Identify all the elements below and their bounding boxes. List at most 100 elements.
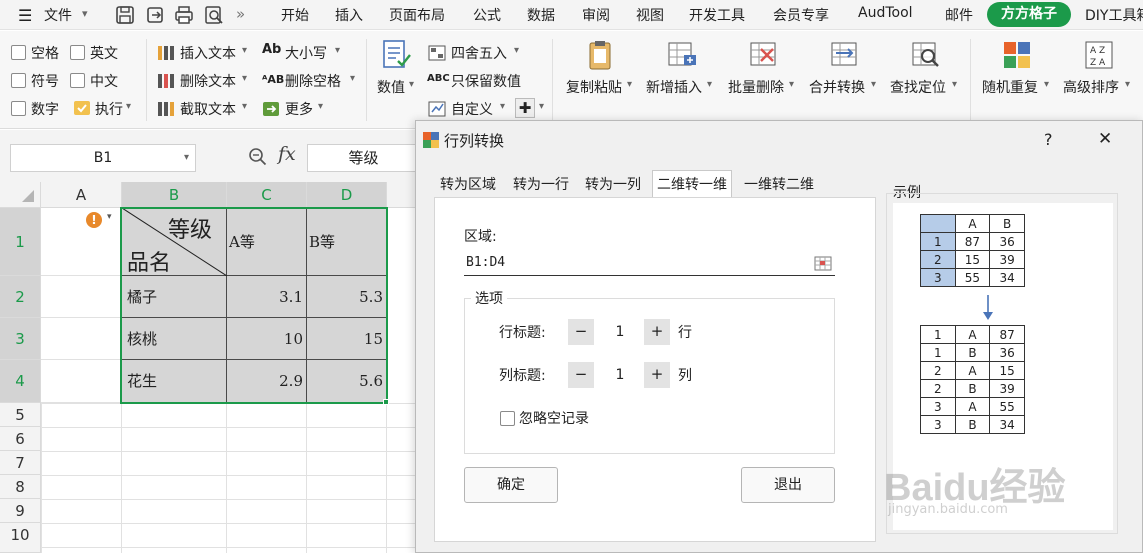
tab-developer[interactable]: 开发工具 xyxy=(689,5,745,25)
tab-1d-to-2d[interactable]: 一维转二维 xyxy=(740,173,818,197)
tab-page-layout[interactable]: 页面布局 xyxy=(389,5,445,25)
cell-b1-diagonal-header[interactable]: 等级 品名 xyxy=(122,208,227,276)
tab-data[interactable]: 数据 xyxy=(527,5,555,25)
checkbox-space[interactable] xyxy=(11,45,26,60)
cell-a2[interactable] xyxy=(41,276,122,318)
cell-a3[interactable] xyxy=(41,318,122,360)
cell-a1[interactable]: ! ▾ xyxy=(41,208,122,276)
close-button[interactable]: ✕ xyxy=(1098,129,1112,149)
cell-c3[interactable]: 10 xyxy=(227,318,307,360)
range-picker-icon[interactable] xyxy=(814,256,832,271)
value-icon[interactable] xyxy=(380,39,412,71)
chevron-down-icon[interactable]: ▾ xyxy=(627,79,632,90)
cell-d4[interactable]: 5.6 xyxy=(307,360,387,403)
column-header-a[interactable]: A xyxy=(41,182,122,208)
chevron-down-icon[interactable]: ▾ xyxy=(242,101,247,112)
tab-formulas[interactable]: 公式 xyxy=(473,5,501,25)
chevron-down-icon[interactable]: ▾ xyxy=(952,79,957,90)
chevron-down-icon[interactable]: ▾ xyxy=(409,79,414,90)
round-button[interactable]: 四舍五入 xyxy=(451,43,507,63)
area-input[interactable]: B1:D4 xyxy=(464,252,835,276)
copy-paste-button[interactable]: 复制粘贴 xyxy=(566,77,622,97)
column-header-d[interactable]: D xyxy=(307,182,387,208)
remove-space-button[interactable]: 删除空格 xyxy=(285,71,341,91)
select-all-corner[interactable] xyxy=(0,182,41,208)
ok-button[interactable]: 确定 xyxy=(464,467,558,503)
checkbox-symbol[interactable] xyxy=(11,73,26,88)
row-header-4[interactable]: 4 xyxy=(0,360,41,403)
tab-to-one-row[interactable]: 转为一行 xyxy=(509,173,573,197)
custom-button[interactable]: 自定义 xyxy=(451,99,493,119)
column-header-c[interactable]: C xyxy=(227,182,307,208)
cell-b2[interactable]: 橘子 xyxy=(122,276,227,318)
row-title-decrement[interactable]: − xyxy=(568,319,594,345)
save-icon[interactable] xyxy=(114,4,136,26)
warning-icon[interactable]: ! xyxy=(86,212,102,228)
row-header-2[interactable]: 2 xyxy=(0,276,41,318)
fill-handle[interactable] xyxy=(383,399,389,405)
insert-new-icon[interactable] xyxy=(666,39,698,71)
batch-delete-icon[interactable] xyxy=(747,39,779,71)
col-title-value[interactable]: 1 xyxy=(596,362,644,388)
cell-d1[interactable]: B等 xyxy=(307,208,387,276)
ignore-empty-checkbox[interactable] xyxy=(500,411,515,426)
formula-input[interactable]: 等级 xyxy=(307,144,420,172)
row-header-8[interactable]: 8 xyxy=(0,475,41,499)
keep-value-button[interactable]: 只保留数值 xyxy=(451,71,521,91)
col-title-decrement[interactable]: − xyxy=(568,362,594,388)
checkbox-chinese[interactable] xyxy=(70,73,85,88)
advanced-sort-icon[interactable]: A Z Z A xyxy=(1083,39,1115,71)
row-header-9[interactable]: 9 xyxy=(0,499,41,523)
insert-text-button[interactable]: 插入文本 xyxy=(180,43,236,63)
row-header-3[interactable]: 3 xyxy=(0,318,41,360)
merge-convert-icon[interactable] xyxy=(828,39,860,71)
tab-fangfang[interactable]: 方方格子 xyxy=(987,2,1071,27)
tab-member[interactable]: 会员专享 xyxy=(773,5,829,25)
chevron-down-icon[interactable]: ▾ xyxy=(1125,79,1130,90)
exit-button[interactable]: 退出 xyxy=(741,467,835,503)
zoom-icon[interactable] xyxy=(248,147,268,167)
chevron-down-icon[interactable]: ▾ xyxy=(126,101,131,112)
row-title-increment[interactable]: + xyxy=(644,319,670,345)
chevron-down-icon[interactable]: ▾ xyxy=(184,145,189,171)
row-header-6[interactable]: 6 xyxy=(0,427,41,451)
execute-button[interactable]: 执行 xyxy=(95,99,123,119)
help-button[interactable]: ? xyxy=(1044,130,1053,149)
more-button[interactable]: 更多 xyxy=(285,99,313,119)
chevron-down-icon[interactable]: ▾ xyxy=(107,212,112,222)
checkbox-english[interactable] xyxy=(70,45,85,60)
more-chevron-icon[interactable]: » xyxy=(236,5,245,23)
chevron-down-icon[interactable]: ▾ xyxy=(242,73,247,84)
chevron-down-icon[interactable]: ▾ xyxy=(350,73,355,84)
row-header-7[interactable]: 7 xyxy=(0,451,41,475)
delete-text-button[interactable]: 删除文本 xyxy=(180,71,236,91)
tab-to-range[interactable]: 转为区域 xyxy=(436,173,500,197)
chevron-down-icon[interactable]: ▾ xyxy=(789,79,794,90)
print-icon[interactable] xyxy=(173,4,195,26)
tab-mail[interactable]: 邮件 xyxy=(945,5,973,25)
chevron-down-icon[interactable]: ▾ xyxy=(514,45,519,56)
tab-review[interactable]: 审阅 xyxy=(582,5,610,25)
add-icon[interactable]: ✚ xyxy=(515,98,535,118)
export-icon[interactable] xyxy=(144,4,166,26)
file-menu[interactable]: 文件 xyxy=(44,5,72,25)
tab-insert[interactable]: 插入 xyxy=(335,5,363,25)
extract-text-button[interactable]: 截取文本 xyxy=(180,99,236,119)
row-header-5[interactable]: 5 xyxy=(0,403,41,427)
random-repeat-button[interactable]: 随机重复 xyxy=(982,77,1038,97)
tab-view[interactable]: 视图 xyxy=(636,5,664,25)
hamburger-icon[interactable]: ☰ xyxy=(18,6,32,25)
advanced-sort-button[interactable]: 高级排序 xyxy=(1063,77,1119,97)
chevron-down-icon[interactable]: ▾ xyxy=(82,7,88,20)
tab-home[interactable]: 开始 xyxy=(281,5,309,25)
cell-b3[interactable]: 核桃 xyxy=(122,318,227,360)
chevron-down-icon[interactable]: ▾ xyxy=(1044,79,1049,90)
row-header-1[interactable]: 1 xyxy=(0,208,41,276)
random-repeat-icon[interactable] xyxy=(1001,39,1033,71)
cell-c4[interactable]: 2.9 xyxy=(227,360,307,403)
chevron-down-icon[interactable]: ▾ xyxy=(318,101,323,112)
chevron-down-icon[interactable]: ▾ xyxy=(500,101,505,112)
insert-new-button[interactable]: 新增插入 xyxy=(646,77,702,97)
case-button[interactable]: 大小写 xyxy=(285,43,327,63)
copy-paste-icon[interactable] xyxy=(584,39,616,71)
